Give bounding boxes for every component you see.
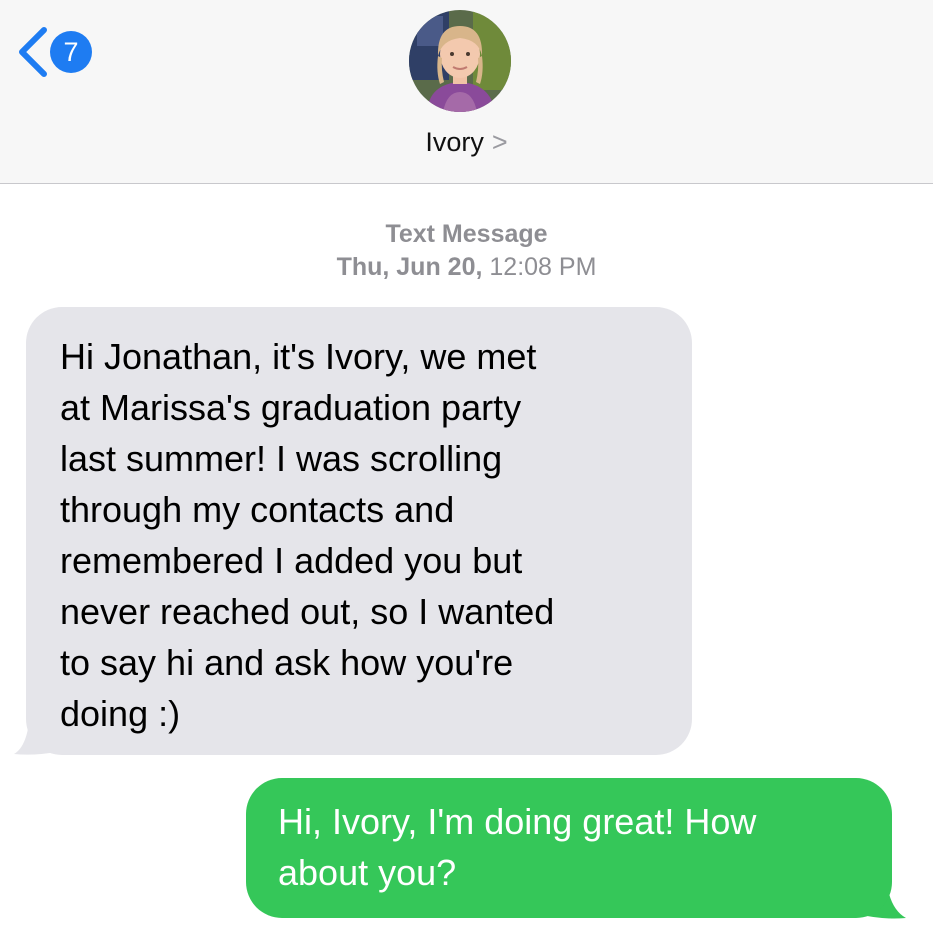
message-line: doing :)	[60, 693, 181, 734]
messages-screen: 7 Ivory > Text Message Thu, Jun 20, 12:0…	[0, 0, 933, 933]
incoming-message-bubble[interactable]: Hi Jonathan, it's Ivory, we met at Maris…	[26, 307, 692, 755]
message-line: last summer! I was scrolling	[60, 438, 503, 479]
conversation-header: 7 Ivory >	[0, 0, 933, 184]
message-line: about you?	[278, 852, 457, 893]
timestamp-date: Thu, Jun 20,	[336, 253, 483, 281]
message-line: to say hi and ask how you're	[60, 642, 514, 683]
message-line: at Marissa's graduation party	[60, 387, 522, 428]
message-line: Hi Jonathan, it's Ivory, we met	[60, 336, 537, 377]
chevron-right-icon: >	[491, 127, 508, 157]
outgoing-message-bubble[interactable]: Hi, Ivory, I'm doing great! How about yo…	[246, 778, 892, 918]
contact-name-button[interactable]: Ivory >	[0, 124, 933, 160]
contact-name: Ivory	[425, 127, 484, 157]
message-line: remembered I added you but	[60, 540, 523, 581]
timestamp-time: 12:08 PM	[489, 253, 597, 281]
chevron-left-icon	[19, 27, 47, 77]
avatar[interactable]	[409, 10, 511, 112]
message-line: through my contacts and	[60, 489, 455, 530]
message-line: never reached out, so I wanted	[60, 591, 555, 632]
message-line: Hi, Ivory, I'm doing great! How	[278, 801, 757, 842]
message-timestamp: Text Message Thu, Jun 20, 12:08 PM	[0, 218, 933, 284]
timestamp-line: Thu, Jun 20, 12:08 PM	[0, 251, 933, 284]
service-label: Text Message	[385, 220, 548, 248]
back-button[interactable]: 7	[14, 24, 92, 80]
avatar-photo	[409, 10, 511, 112]
unread-count-badge: 7	[50, 31, 92, 73]
